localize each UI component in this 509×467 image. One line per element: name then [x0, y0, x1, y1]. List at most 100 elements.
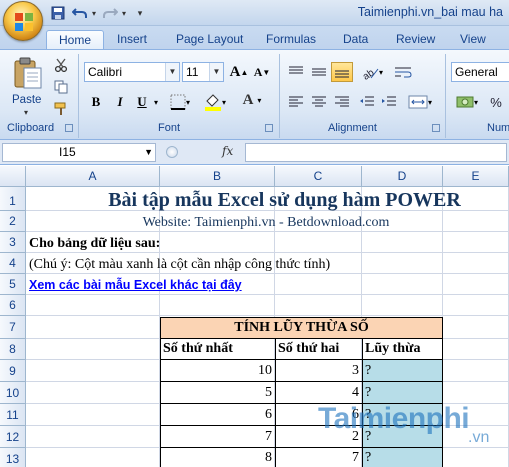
table-cell-second[interactable]: 3 — [275, 359, 363, 382]
tab-formulas[interactable]: Formulas — [266, 30, 316, 50]
customize-qat-icon[interactable]: ▾ — [133, 4, 147, 22]
align-center-icon[interactable] — [309, 93, 329, 111]
tab-insert[interactable]: Insert — [117, 30, 147, 50]
copy-icon[interactable] — [52, 78, 70, 96]
column-header-a[interactable]: A — [26, 166, 160, 187]
accounting-dropdown-icon: ▾ — [473, 97, 478, 107]
font-launcher-icon[interactable] — [265, 124, 273, 132]
number-format-combo[interactable]: General — [451, 62, 509, 82]
formula-input[interactable] — [245, 143, 507, 162]
clipboard-launcher-icon[interactable] — [65, 124, 73, 132]
increase-indent-icon[interactable] — [379, 93, 399, 111]
font-name-dropdown-icon[interactable]: ▼ — [165, 63, 179, 81]
tab-home[interactable]: Home — [46, 30, 105, 50]
wrap-text-icon[interactable] — [392, 63, 414, 81]
accounting-format-button[interactable]: ▾ — [452, 93, 482, 111]
column-header-e[interactable]: E — [443, 166, 509, 187]
row-header-3[interactable]: 3 — [0, 232, 26, 253]
font-color-button[interactable]: A ▾ — [234, 91, 270, 109]
name-box-dropdown-icon[interactable]: ▼ — [144, 144, 153, 161]
header-power[interactable]: Lũy thừa — [362, 338, 443, 360]
row-header-10[interactable]: 10 — [0, 382, 26, 404]
group-separator — [78, 54, 79, 138]
cut-icon[interactable] — [52, 56, 70, 74]
row-header-7[interactable]: 7 — [0, 316, 26, 339]
tab-page-layout[interactable]: Page Layout — [176, 30, 243, 50]
decrease-indent-icon[interactable] — [357, 93, 377, 111]
fill-color-button[interactable]: ▾ — [200, 93, 230, 111]
merge-center-button[interactable]: ▾ — [403, 93, 437, 111]
row-header-11[interactable]: 11 — [0, 404, 26, 426]
sheet-title[interactable]: Bài tập mẫu Excel sử dụng hàm POWER — [60, 189, 509, 212]
table-cell-result[interactable]: ? — [362, 447, 443, 467]
bold-button[interactable]: B — [86, 93, 106, 111]
gridline — [26, 273, 509, 274]
align-left-icon[interactable] — [286, 93, 306, 111]
table-cell-result[interactable]: ? — [362, 359, 443, 382]
row-header-13[interactable]: 13 — [0, 448, 26, 467]
table-cell-second[interactable]: 4 — [275, 381, 363, 404]
align-top-icon[interactable] — [286, 63, 306, 81]
formula-bar-resize-handle[interactable] — [166, 146, 178, 158]
table-cell-first[interactable]: 7 — [160, 425, 276, 448]
alignment-launcher-icon[interactable] — [432, 124, 440, 132]
italic-button[interactable]: I — [110, 93, 130, 111]
row-header-6[interactable]: 6 — [0, 295, 26, 316]
office-logo-icon — [15, 13, 33, 31]
table-cell-first[interactable]: 10 — [160, 359, 276, 382]
row-header-5[interactable]: 5 — [0, 274, 26, 295]
table-cell-first[interactable]: 6 — [160, 403, 276, 426]
grow-font-button[interactable]: A ▲ — [228, 63, 250, 81]
instruction-text[interactable]: Cho bảng dữ liệu sau: — [29, 236, 160, 252]
row-header-2[interactable]: 2 — [0, 211, 26, 232]
percent-style-button[interactable]: % — [486, 93, 506, 111]
more-examples-link[interactable]: Xem các bài mẫu Excel khác tại đây — [29, 278, 242, 292]
row-header-8[interactable]: 8 — [0, 339, 26, 360]
row-header-1[interactable]: 1 — [0, 187, 26, 211]
font-size-dropdown-icon[interactable]: ▼ — [209, 63, 223, 81]
row-header-9[interactable]: 9 — [0, 360, 26, 382]
align-right-icon[interactable] — [332, 93, 352, 111]
row-header-12[interactable]: 12 — [0, 426, 26, 448]
borders-button[interactable]: ▾ — [166, 93, 194, 111]
redo-dropdown-icon[interactable]: ▾ — [119, 4, 129, 22]
save-icon[interactable] — [50, 4, 66, 22]
tab-review[interactable]: Review — [396, 30, 435, 50]
office-button[interactable] — [3, 1, 43, 41]
align-middle-icon[interactable] — [309, 63, 329, 81]
paste-icon — [14, 57, 42, 89]
tab-view[interactable]: View — [460, 30, 486, 50]
font-size-combo[interactable]: 11 ▼ — [182, 62, 224, 82]
table-cell-first[interactable]: 5 — [160, 381, 276, 404]
insert-function-button[interactable]: fx — [222, 144, 233, 158]
undo-dropdown-icon[interactable]: ▾ — [89, 4, 99, 22]
column-header-c[interactable]: C — [275, 166, 362, 187]
format-painter-icon[interactable] — [52, 100, 70, 118]
header-first-number[interactable]: Số thứ nhất — [160, 338, 276, 360]
table-cell-second[interactable]: 7 — [275, 447, 363, 467]
website-text[interactable]: Website: Taimienphi.vn - Betdownload.com — [60, 215, 472, 231]
table-title[interactable]: TÍNH LŨY THỪA SỐ — [160, 317, 443, 339]
redo-icon[interactable] — [101, 4, 119, 22]
name-box[interactable]: I15 ▼ — [2, 143, 156, 162]
header-second-number[interactable]: Số thứ hai — [275, 338, 363, 360]
underline-dropdown-icon[interactable]: ▾ — [151, 93, 161, 111]
note-text[interactable]: (Chú ý: Cột màu xanh là cột cần nhập côn… — [29, 257, 330, 273]
table-cell-result[interactable]: ? — [362, 381, 443, 404]
shrink-font-button[interactable]: A ▼ — [252, 63, 272, 81]
font-color-label: A — [242, 91, 254, 108]
undo-icon[interactable] — [70, 4, 90, 22]
fill-color-dropdown-icon: ▾ — [221, 97, 226, 107]
group-separator — [279, 54, 280, 138]
font-name-combo[interactable]: Calibri ▼ — [84, 62, 180, 82]
underline-button[interactable]: U — [133, 93, 151, 111]
column-header-d[interactable]: D — [362, 166, 443, 187]
select-all-corner[interactable] — [0, 166, 26, 187]
column-header-b[interactable]: B — [160, 166, 275, 187]
tab-data[interactable]: Data — [343, 30, 368, 50]
row-header-4[interactable]: 4 — [0, 253, 26, 274]
orientation-button[interactable]: ab ▾ — [357, 63, 387, 81]
align-bottom-icon[interactable] — [331, 62, 353, 82]
table-cell-first[interactable]: 8 — [160, 447, 276, 467]
paste-button[interactable]: Paste ▾ — [10, 56, 46, 118]
